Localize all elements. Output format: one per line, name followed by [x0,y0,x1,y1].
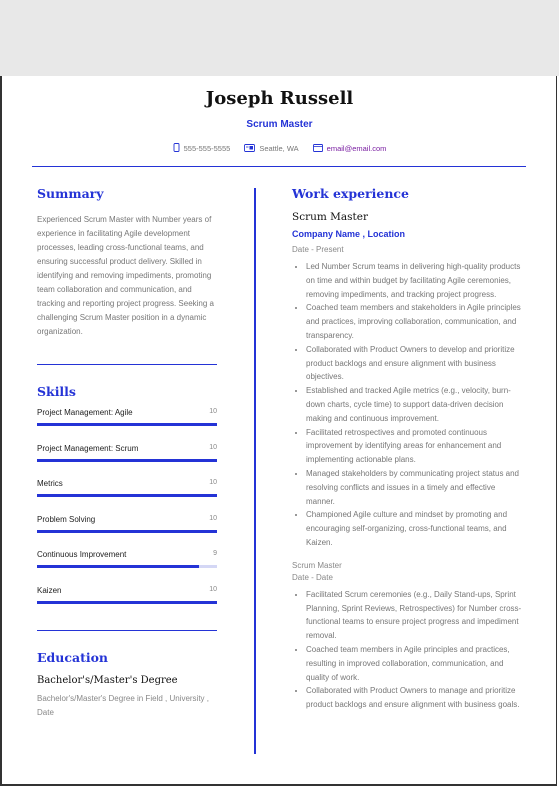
job-bullet: Collaborated with Product Owners to deve… [306,343,524,384]
skill-bar-fill [37,494,217,497]
skill-level: 9 [213,550,217,557]
skill-name: Kaizen [37,585,62,595]
job-entry: Scrum Master Company Name , Location Dat… [292,211,524,550]
skill-bar-track [37,565,217,568]
job-title: Scrum Master [292,211,369,223]
header-divider [32,166,526,167]
skill-bar-fill [37,423,217,426]
work-heading: Work experience [292,186,409,201]
column-divider [254,188,256,754]
contact-row: 555-555-5555 Seattle, WA email@email.com [0,143,559,154]
skill-name: Problem Solving [37,514,96,524]
skill-bar-fill [37,458,217,462]
contact-location: Seattle, WA [244,143,299,154]
skill-bar-fill [37,565,199,568]
skill-level: 10 [209,479,217,486]
job-bullet: Established and tracked Agile metrics (e… [306,384,524,425]
contact-phone: 555-555-5555 [173,143,231,154]
phone-icon [173,143,180,154]
skill-item: Kaizen 10 [37,586,217,622]
skills-section: Skills Project Management: Agile 10 Projec… [37,384,217,621]
skills-divider [37,630,217,631]
job-entry: Scrum Master Date - Date Facilitated Scr… [292,561,524,712]
summary-divider [37,364,217,365]
candidate-role: Scrum Master [246,119,313,130]
skill-item: Continuous Improvement 9 [37,550,217,586]
skill-bar-track [37,494,217,497]
viewer-top-bar [0,0,559,76]
education-degree: Bachelor's/Master's Degree [37,675,178,686]
skill-bar-track [37,529,217,533]
job-bullets: Facilitated Scrum ceremonies (e.g., Dail… [292,588,524,712]
job-company: Company Name , Location [292,229,406,239]
skill-bar-fill [37,529,217,533]
skill-item: Project Management: Scrum 10 [37,444,217,480]
email-link[interactable]: email@email.com [327,144,387,153]
job-bullet: Led Number Scrum teams in delivering hig… [306,260,524,301]
job-bullet: Managed stakeholders by communicating pr… [306,467,524,508]
job-bullet: Championed Agile culture and mindset by … [306,508,524,549]
skill-level: 10 [209,514,217,522]
summary-heading: Summary [37,186,104,201]
location-icon [244,143,256,154]
skill-item: Problem Solving 10 [37,515,217,551]
skill-item: Project Management: Agile 10 [37,408,217,444]
phone-text: 555-555-5555 [183,144,231,153]
job-bullet: Coached team members in Agile principles… [306,643,524,684]
skill-name: Project Management: Agile [37,408,133,417]
candidate-name: Joseph Russell [205,88,354,109]
education-section: Education Bachelor's/Master's Degree Bac… [37,650,222,720]
skill-item: Metrics 10 [37,479,217,515]
skills-list: Project Management: Agile 10 Project Manag… [37,408,217,621]
skill-level: 10 [209,408,217,415]
skill-level: 10 [209,443,217,451]
job-bullet: Collaborated with Product Owners to mana… [306,684,524,712]
skill-bar-track [37,600,217,604]
skill-name: Continuous Improvement [37,550,127,559]
job-date: Date - Present [292,245,344,254]
job-bullet: Facilitated Scrum ceremonies (e.g., Dail… [306,588,524,643]
skill-name: Metrics [37,479,63,488]
contact-email[interactable]: email@email.com [312,143,387,154]
job-bullets: Led Number Scrum teams in delivering hig… [292,260,524,550]
education-heading: Education [37,650,109,665]
skills-heading: Skills [37,384,76,399]
summary-text: Experienced Scrum Master with Number yea… [37,215,214,336]
job-title: Scrum Master [292,560,342,570]
job-bullet: Facilitated retrospectives and promoted … [306,426,524,467]
skill-bar-fill [37,600,217,604]
location-text: Seattle, WA [259,144,299,153]
email-icon [312,143,323,154]
job-date: Date - Date [292,572,333,582]
job-bullet: Coached team members and stakeholders in… [306,301,524,342]
skill-level: 10 [209,585,217,593]
summary-section: Summary Experienced Scrum Master with Nu… [37,186,217,339]
education-detail: Bachelor's/Master's Degree in Field , Un… [37,694,210,717]
skill-name: Project Management: Scrum [37,443,139,453]
skill-bar-track [37,458,217,462]
work-section: Work experience Scrum Master Company Nam… [292,186,524,712]
skill-bar-track [37,423,217,426]
